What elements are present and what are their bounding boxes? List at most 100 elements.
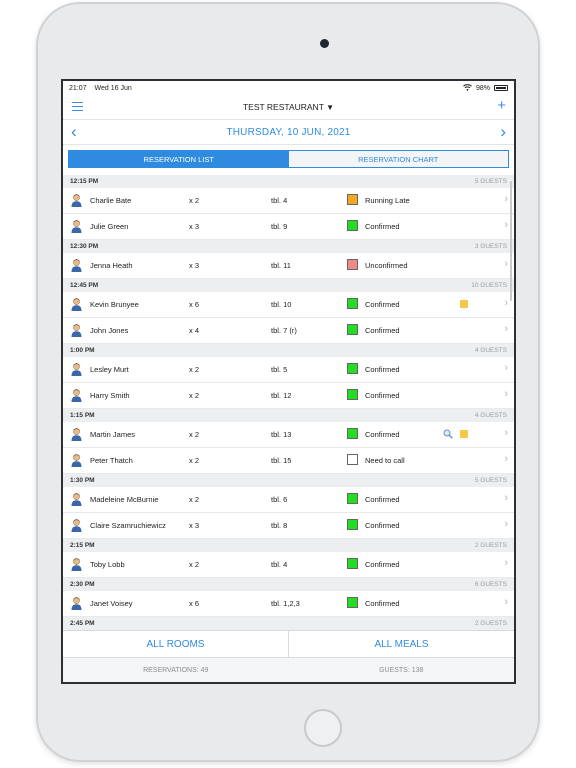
scrollbar[interactable] <box>510 181 512 301</box>
chevron-right-icon: › <box>504 297 508 309</box>
reservations-count: RESERVATIONS: 49 <box>143 666 209 674</box>
battery-percent: 98% <box>475 84 490 92</box>
guest-name: Janet Voisey <box>90 599 133 608</box>
battery-icon <box>494 85 508 91</box>
person-avatar-icon <box>71 389 82 402</box>
section-time: 12:30 PM <box>70 243 99 250</box>
section-guests: 5 GUESTS <box>474 477 507 484</box>
reservation-status: Confirmed <box>365 521 400 530</box>
status-color-swatch <box>347 259 358 270</box>
reservation-row[interactable]: Toby Lobb x 2 tbl. 4 Confirmed › <box>63 552 514 578</box>
table-number: tbl. 7 (r) <box>271 326 297 335</box>
section-header: 1:15 PM 4 GUESTS <box>63 409 514 422</box>
reservation-status: Confirmed <box>365 365 400 374</box>
person-avatar-icon <box>71 324 82 337</box>
party-size: x 4 <box>189 326 200 335</box>
sticky-note-icon[interactable] <box>460 430 468 438</box>
reservation-status: Confirmed <box>365 222 400 231</box>
party-size: x 6 <box>189 599 200 608</box>
restaurant-selector[interactable]: TEST RESTAURANT ▼ <box>63 102 514 112</box>
party-size: x 6 <box>189 300 200 309</box>
reservation-row[interactable]: Julie Green x 3 tbl. 9 Confirmed › <box>63 214 514 240</box>
guest-name: Madeleine McBurnie <box>90 495 159 504</box>
status-color-swatch <box>347 558 358 569</box>
party-size: x 2 <box>189 560 200 569</box>
reservation-status: Confirmed <box>365 560 400 569</box>
guest-name: Lesley Murt <box>90 365 129 374</box>
reservation-status: Confirmed <box>365 599 400 608</box>
reservation-row[interactable]: Lesley Murt x 2 tbl. 5 Confirmed › <box>63 357 514 383</box>
guest-name: Jenna Heath <box>90 261 133 270</box>
all-meals-button[interactable]: ALL MEALS <box>288 631 514 657</box>
chevron-right-icon[interactable]: › <box>500 122 506 142</box>
guest-name: Kevin Brunyee <box>90 300 139 309</box>
reservation-row[interactable]: Peter Thatch x 2 tbl. 15 Need to call › <box>63 448 514 474</box>
section-time: 12:45 PM <box>70 282 99 289</box>
chevron-left-icon[interactable]: ‹ <box>71 122 77 142</box>
section-header: 2:30 PM 6 GUESTS <box>63 578 514 591</box>
chevron-right-icon: › <box>504 362 508 374</box>
party-size: x 2 <box>189 495 200 504</box>
sticky-note-icon[interactable] <box>460 300 468 308</box>
section-time: 1:30 PM <box>70 477 95 484</box>
reservation-row[interactable]: Janet Voisey x 6 tbl. 1,2,3 Confirmed › <box>63 591 514 617</box>
plus-icon[interactable]: + <box>497 98 506 114</box>
guest-name: Charlie Bate <box>90 196 132 205</box>
section-guests: 3 GUESTS <box>474 243 507 250</box>
guest-name: Julie Green <box>90 222 129 231</box>
home-button[interactable] <box>304 709 342 747</box>
party-size: x 3 <box>189 521 200 530</box>
reservation-row[interactable]: Jenna Heath x 3 tbl. 11 Unconfirmed › <box>63 253 514 279</box>
section-header: 12:45 PM 10 GUESTS <box>63 279 514 292</box>
chevron-right-icon: › <box>504 258 508 270</box>
reservation-row[interactable]: Kevin Brunyee x 6 tbl. 10 Confirmed › <box>63 292 514 318</box>
tab-reservation-chart[interactable]: RESERVATION CHART <box>288 151 508 167</box>
status-color-swatch <box>347 363 358 374</box>
reservation-row[interactable]: Charlie Bate x 2 tbl. 4 Running Late › <box>63 188 514 214</box>
section-header: 12:15 PM 5 GUESTS <box>63 175 514 188</box>
guest-name: John Jones <box>90 326 129 335</box>
person-avatar-icon <box>71 194 82 207</box>
search-icon[interactable] <box>443 429 453 439</box>
all-rooms-button[interactable]: ALL ROOMS <box>63 631 288 657</box>
table-number: tbl. 5 <box>271 365 288 374</box>
footer: ALL ROOMS ALL MEALS RESERVATIONS: 49 GUE… <box>63 630 514 682</box>
reservation-status: Confirmed <box>365 391 400 400</box>
table-number: tbl. 6 <box>271 495 288 504</box>
reservation-status: Need to call <box>365 456 405 465</box>
table-number: tbl. 4 <box>271 196 288 205</box>
chevron-right-icon: › <box>504 388 508 400</box>
section-time: 1:00 PM <box>70 347 95 354</box>
chevron-right-icon: › <box>504 557 508 569</box>
chevron-right-icon: › <box>504 492 508 504</box>
status-color-swatch <box>347 324 358 335</box>
person-avatar-icon <box>71 454 82 467</box>
section-time: 2:45 PM <box>70 620 95 627</box>
tab-reservation-list[interactable]: RESERVATION LIST <box>69 151 289 167</box>
reservation-status: Confirmed <box>365 495 400 504</box>
section-header: 2:45 PM 2 GUESTS <box>63 617 514 630</box>
reservation-row[interactable]: John Jones x 4 tbl. 7 (r) Confirmed › <box>63 318 514 344</box>
status-color-swatch <box>347 389 358 400</box>
reservation-row[interactable]: Madeleine McBurnie x 2 tbl. 6 Confirmed › <box>63 487 514 513</box>
section-guests: 2 GUESTS <box>474 620 507 627</box>
reservation-row[interactable]: Harry Smith x 2 tbl. 12 Confirmed › <box>63 383 514 409</box>
status-color-swatch <box>347 493 358 504</box>
wifi-icon <box>463 83 472 93</box>
date-label: THURSDAY, 10 JUN, 2021 <box>226 126 351 138</box>
reservation-status: Running Late <box>365 196 410 205</box>
section-header: 12:30 PM 3 GUESTS <box>63 240 514 253</box>
chevron-right-icon: › <box>504 193 508 205</box>
reservation-status: Confirmed <box>365 326 400 335</box>
party-size: x 2 <box>189 365 200 374</box>
reservation-list[interactable]: 12:15 PM 5 GUESTS Charlie Bate x 2 tbl. 4 Run… <box>63 175 514 631</box>
section-guests: 10 GUESTS <box>471 282 507 289</box>
person-avatar-icon <box>71 558 82 571</box>
reservation-row[interactable]: Martin James x 2 tbl. 13 Confirmed › <box>63 422 514 448</box>
status-color-swatch <box>347 428 358 439</box>
table-number: tbl. 8 <box>271 521 288 530</box>
app-screen: 21:07 Wed 16 Jun 98% TEST RESTAURANT ▼ +… <box>61 79 516 684</box>
status-color-swatch <box>347 220 358 231</box>
reservation-row[interactable]: Claire Szamruchiewicz x 3 tbl. 8 Confirmed › <box>63 513 514 539</box>
status-date: Wed 16 Jun <box>94 84 132 92</box>
